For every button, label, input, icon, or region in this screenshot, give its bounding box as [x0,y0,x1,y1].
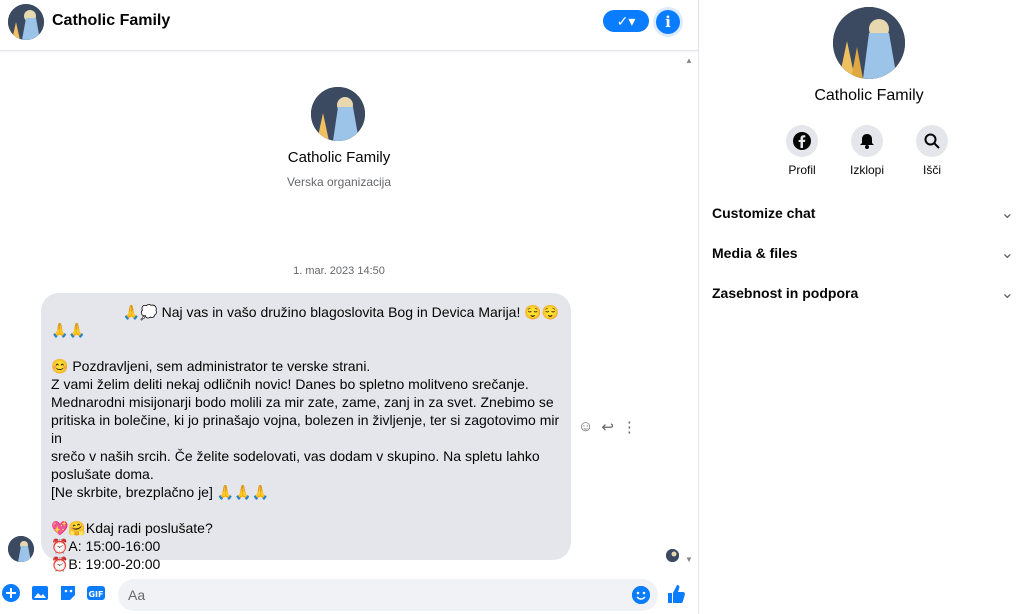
message-line: poslušate doma. [51,466,154,482]
message-input-placeholder: Aa [128,587,146,603]
scroll-down-icon[interactable]: ▼ [685,555,693,564]
header-title[interactable]: Catholic Family [52,12,170,30]
scrollbar[interactable] [681,52,695,566]
search-icon[interactable] [916,125,948,157]
section-label: Zasebnost in podpora [712,285,859,301]
svg-text:GIF: GIF [88,590,103,599]
message-actions: ☺ ↩ ⋮ [578,418,637,436]
message-line: 🙏🙏 [51,322,86,338]
message-line: ⏰B: 19:00-20:00 [51,556,161,572]
section-label: Media & files [712,245,798,261]
message-line: pritiska in bolečine, ki jo prinašajo vo… [51,412,564,446]
message-input[interactable]: Aa [118,579,658,611]
info-icon[interactable]: i [656,10,680,34]
message-bubble[interactable]: 🙏💭 Naj vas in vašo družino blagoslovita … [41,293,571,572]
message-line: Mednarodni misijonarji bodo molili za mi… [51,394,554,410]
mute-label: Izklopi [849,163,884,177]
message-line: ⏰A: 15:00-16:00 [51,538,161,554]
search-action[interactable]: Išči [902,125,962,177]
sticker-icon[interactable] [59,584,77,602]
message-line: srečo v naših srcih. Če želite sodelovat… [51,448,540,464]
emoji-icon[interactable] [632,586,650,604]
message-line: [Ne skrbite, brezplačno je] 🙏🙏🙏 [51,484,270,500]
search-label: Išči [923,163,941,177]
panel-name: Catholic Family [814,87,924,104]
message-timestamp: 1. mar. 2023 14:50 [293,265,385,277]
header-avatar[interactable] [8,4,44,40]
gif-icon[interactable]: GIF [87,584,105,602]
intro-avatar [311,87,365,141]
reply-icon[interactable]: ↩ [601,418,614,436]
sender-avatar[interactable] [8,536,34,562]
section-label: Customize chat [712,205,816,221]
section-customize-chat[interactable]: Customize chat ⌄ [712,205,1022,222]
section-privacy-support[interactable]: Zasebnost in podpora ⌄ [712,285,1022,302]
bell-icon[interactable] [851,125,883,157]
message-line: 💖🤗Kdaj radi poslušate? [51,520,213,536]
facebook-icon[interactable] [786,125,818,157]
chat-header: Catholic Family ✓▾ i [0,0,698,51]
profile-label: Profil [788,163,816,177]
chat-pane: Catholic Family ✓▾ i ▲ ▼ Catholic Family… [0,0,699,614]
message-line [51,339,561,357]
message-line: 🙏💭 Naj vas in vašo družino blagoslovita … [122,304,560,320]
message-line: 😊 Pozdravljeni, sem administrator te ver… [51,358,371,374]
chevron-down-icon: ⌄ [1000,245,1014,262]
message-line [51,501,561,519]
scroll-up-icon[interactable]: ▲ [685,56,693,65]
seen-avatar [666,549,679,562]
section-media-files[interactable]: Media & files ⌄ [712,245,1022,262]
react-icon[interactable]: ☺ [578,418,593,436]
image-icon[interactable] [31,584,49,602]
check-dropdown-button[interactable]: ✓▾ [603,10,649,32]
intro-name: Catholic Family [287,149,391,166]
chevron-down-icon: ⌄ [1000,285,1014,302]
composer: GIF Aa [0,572,698,614]
panel-avatar[interactable] [833,7,905,79]
thumbs-up-icon[interactable] [666,584,686,609]
chevron-down-icon: ⌄ [1000,205,1014,222]
more-icon[interactable]: ⋮ [622,418,637,436]
plus-icon[interactable] [2,584,20,602]
mute-action[interactable]: Izklopi [837,125,897,177]
intro-subtitle: Verska organizacija [286,175,392,189]
profile-action[interactable]: Profil [772,125,832,177]
message-line: Z vami želim deliti nekaj odličnih novic… [51,376,529,392]
